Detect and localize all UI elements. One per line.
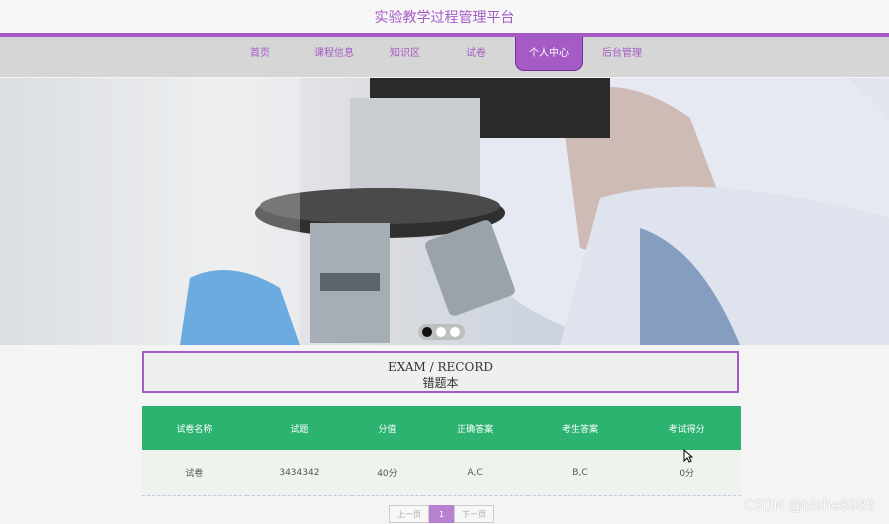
- microscope-photo: [0, 78, 889, 345]
- col-header-correct-answer: 正确答案: [422, 406, 528, 450]
- col-header-paper-name: 试卷名称: [142, 406, 247, 450]
- nav-item-exam[interactable]: 试卷: [458, 37, 494, 70]
- section-title-zh: 错题本: [422, 376, 459, 390]
- carousel-indicators: [418, 324, 465, 340]
- pagination-next[interactable]: 下一页: [454, 505, 494, 523]
- nav-item-knowledge[interactable]: 知识区: [384, 37, 426, 70]
- wrong-answers-table: 试卷名称 试题 分值 正确答案 考生答案 考试得分 试卷 3434342 40分…: [142, 406, 741, 496]
- pagination-current[interactable]: 1: [429, 505, 454, 523]
- cell-paper-name: 试卷: [142, 450, 247, 496]
- banner-carousel: [0, 78, 889, 345]
- col-header-score-value: 分值: [352, 406, 423, 450]
- nav-item-personal-center[interactable]: 个人中心: [515, 37, 583, 71]
- mouse-cursor-icon: [683, 449, 693, 463]
- main-nav: 首页 课程信息 知识区 试卷 个人中心 后台管理: [0, 37, 889, 77]
- col-header-student-answer: 考生答案: [527, 406, 633, 450]
- pagination-prev[interactable]: 上一页: [389, 505, 429, 523]
- nav-item-course-info[interactable]: 课程信息: [308, 37, 360, 70]
- section-header: EXAM / RECORD 错题本: [142, 351, 739, 393]
- cell-question: 3434342: [246, 450, 353, 496]
- site-title: 实验教学过程管理平台: [374, 10, 515, 26]
- nav-item-admin[interactable]: 后台管理: [597, 37, 647, 70]
- carousel-dot-3[interactable]: [450, 327, 460, 337]
- cell-correct-answer: A,C: [422, 450, 528, 496]
- col-header-question: 试题: [246, 406, 353, 450]
- cell-score-value: 40分: [352, 450, 423, 496]
- col-header-exam-score: 考试得分: [632, 406, 741, 450]
- watermark: CSDN @bishe8989: [744, 498, 876, 514]
- table-row[interactable]: 试卷 3434342 40分 A,C B,C 0分: [142, 450, 741, 496]
- table-header-row: 试卷名称 试题 分值 正确答案 考生答案 考试得分: [142, 406, 741, 450]
- carousel-dot-2[interactable]: [436, 327, 446, 337]
- carousel-dot-1[interactable]: [422, 327, 432, 337]
- nav-item-home[interactable]: 首页: [240, 37, 280, 70]
- header: 实验教学过程管理平台: [0, 0, 889, 33]
- section-title-en: EXAM / RECORD: [388, 360, 493, 374]
- cell-student-answer: B,C: [527, 450, 633, 496]
